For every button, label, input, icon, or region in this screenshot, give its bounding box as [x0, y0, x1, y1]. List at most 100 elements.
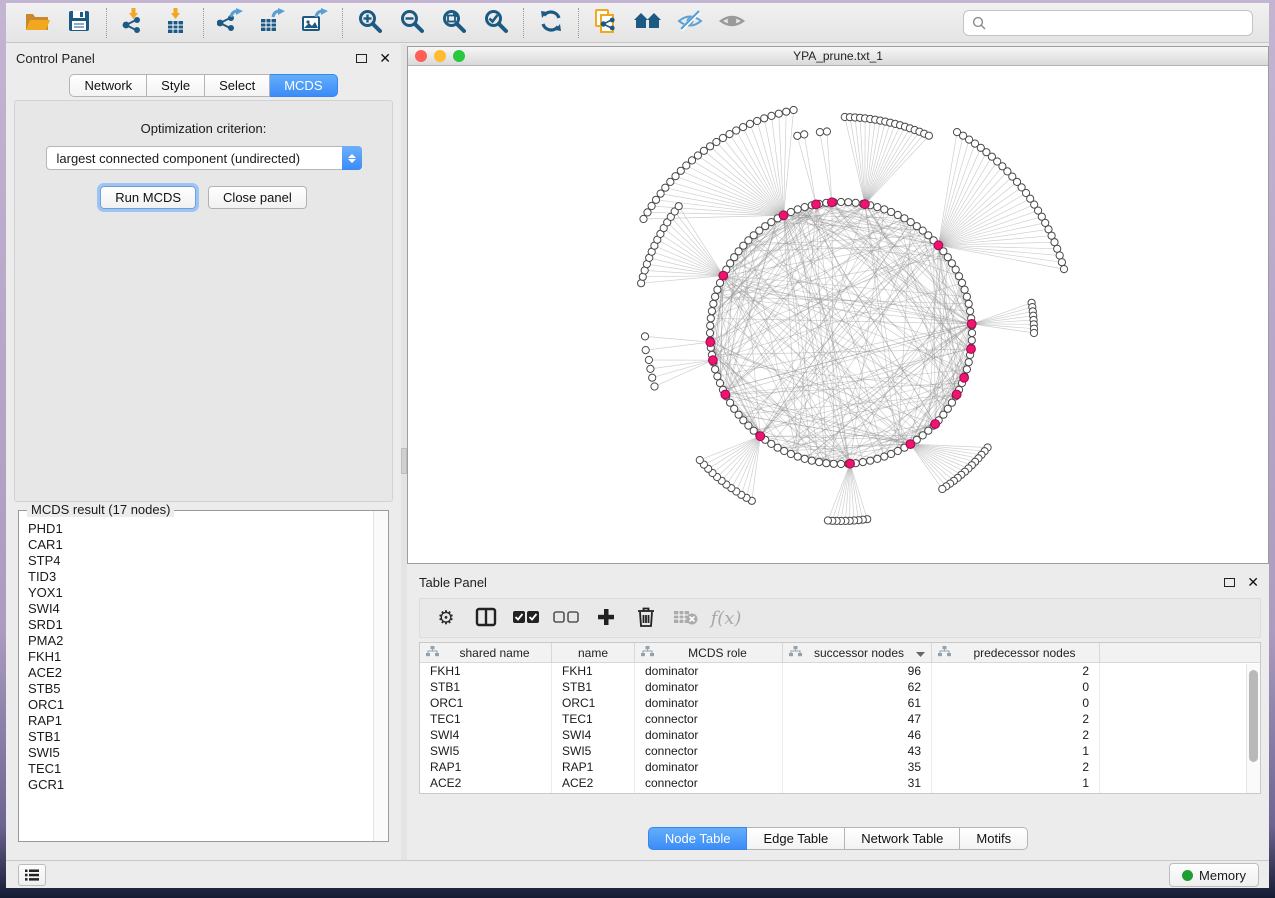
column-header-MCDS-role[interactable]: MCDS role — [635, 643, 783, 662]
apply-layout-button[interactable] — [530, 6, 572, 40]
table-row[interactable]: STB1STB1dominator620 — [420, 679, 1260, 695]
column-layout-button[interactable] — [468, 602, 504, 634]
mcds-result-item[interactable]: PHD1 — [28, 521, 373, 537]
mcds-result-item[interactable]: RAP1 — [28, 713, 373, 729]
cell-MCDS-role[interactable]: dominator — [635, 679, 783, 695]
mcds-result-item[interactable]: STP4 — [28, 553, 373, 569]
cell-successor-nodes[interactable]: 31 — [783, 775, 932, 791]
table-row[interactable]: FKH1FKH1dominator962 — [420, 663, 1260, 679]
cell-predecessor-nodes[interactable]: 0 — [932, 679, 1100, 695]
mcds-result-list[interactable]: PHD1CAR1STP4TID3YOX1SWI4SRD1PMA2FKH1ACE2… — [20, 519, 373, 840]
add-column-button[interactable] — [588, 602, 624, 634]
cell-name[interactable]: ACE2 — [552, 775, 635, 791]
cell-MCDS-role[interactable]: dominator — [635, 759, 783, 775]
mcds-result-item[interactable]: TEC1 — [28, 761, 373, 777]
network-window-titlebar[interactable]: YPA_prune.txt_1 — [408, 47, 1268, 66]
cell-predecessor-nodes[interactable]: 2 — [932, 759, 1100, 775]
cell-successor-nodes[interactable]: 61 — [783, 695, 932, 711]
run-mcds-button[interactable]: Run MCDS — [100, 186, 196, 209]
cell-successor-nodes[interactable]: 96 — [783, 663, 932, 679]
float-table-panel-icon[interactable] — [1224, 578, 1235, 587]
tab-edge-table[interactable]: Edge Table — [747, 827, 845, 850]
export-image-button[interactable] — [294, 6, 336, 40]
network-canvas[interactable] — [408, 66, 1268, 563]
deselect-all-columns-button[interactable] — [548, 602, 584, 634]
table-settings-button[interactable]: ⚙ — [428, 602, 464, 634]
select-all-columns-button[interactable] — [508, 602, 544, 634]
import-network-button[interactable] — [113, 6, 155, 40]
cell-name[interactable]: ORC1 — [552, 695, 635, 711]
cell-name[interactable]: STB1 — [552, 679, 635, 695]
table-row[interactable]: SWI4SWI4dominator462 — [420, 727, 1260, 743]
cell-predecessor-nodes[interactable]: 2 — [932, 711, 1100, 727]
mcds-result-item[interactable]: ACE2 — [28, 665, 373, 681]
mcds-result-item[interactable]: SWI4 — [28, 601, 373, 617]
memory-button[interactable]: Memory — [1169, 863, 1259, 887]
cell-predecessor-nodes[interactable]: 2 — [932, 727, 1100, 743]
mcds-list-scrollbar[interactable] — [373, 511, 388, 841]
cell-MCDS-role[interactable]: connector — [635, 743, 783, 759]
close-panel-button[interactable]: Close panel — [208, 186, 307, 209]
cell-successor-nodes[interactable]: 62 — [783, 679, 932, 695]
cell-successor-nodes[interactable]: 35 — [783, 759, 932, 775]
cell-name[interactable]: TEC1 — [552, 711, 635, 727]
table-row[interactable]: SWI5SWI5connector431 — [420, 743, 1260, 759]
cell-successor-nodes[interactable]: 46 — [783, 727, 932, 743]
cell-MCDS-role[interactable]: dominator — [635, 727, 783, 743]
mcds-result-item[interactable]: FKH1 — [28, 649, 373, 665]
table-scrollbar-thumb[interactable] — [1249, 670, 1258, 762]
cell-MCDS-role[interactable]: dominator — [635, 663, 783, 679]
mcds-result-item[interactable]: STB5 — [28, 681, 373, 697]
export-table-button[interactable] — [252, 6, 294, 40]
cell-predecessor-nodes[interactable]: 2 — [932, 663, 1100, 679]
cell-successor-nodes[interactable]: 29 — [783, 791, 932, 794]
column-header-shared-name[interactable]: shared name — [420, 643, 552, 662]
table-row[interactable]: ORC1ORC1dominator610 — [420, 695, 1260, 711]
close-panel-icon[interactable]: ✕ — [379, 51, 391, 65]
zoom-selected-button[interactable] — [475, 6, 517, 40]
cell-shared-name[interactable]: SWI5 — [420, 743, 552, 759]
new-network-from-selection-button[interactable] — [585, 6, 627, 40]
cell-predecessor-nodes[interactable]: 1 — [932, 743, 1100, 759]
mcds-result-item[interactable]: GCR1 — [28, 777, 373, 793]
zoom-in-button[interactable] — [349, 6, 391, 40]
delete-column-button[interactable] — [628, 602, 664, 634]
tab-select[interactable]: Select — [205, 74, 270, 97]
tab-network-table[interactable]: Network Table — [845, 827, 960, 850]
table-scrollbar[interactable] — [1246, 664, 1260, 793]
cell-MCDS-role[interactable]: connector — [635, 711, 783, 727]
column-header-successor-nodes[interactable]: successor nodes — [783, 643, 932, 662]
mcds-result-item[interactable]: SWI5 — [28, 745, 373, 761]
search-input[interactable] — [992, 15, 1244, 30]
cell-shared-name[interactable]: STB1 — [420, 679, 552, 695]
cell-shared-name[interactable]: YOX1 — [420, 791, 552, 794]
import-table-button[interactable] — [155, 6, 197, 40]
mcds-result-item[interactable]: STB1 — [28, 729, 373, 745]
column-header-name[interactable]: name — [552, 643, 635, 662]
cell-shared-name[interactable]: ORC1 — [420, 695, 552, 711]
show-all-button[interactable] — [711, 6, 753, 40]
save-session-button[interactable] — [58, 6, 100, 40]
first-neighbors-button[interactable] — [627, 6, 669, 40]
mcds-result-item[interactable]: ORC1 — [28, 697, 373, 713]
show-panels-button[interactable] — [18, 864, 46, 886]
network-search-box[interactable] — [963, 10, 1253, 36]
mcds-result-item[interactable]: PMA2 — [28, 633, 373, 649]
cell-successor-nodes[interactable]: 43 — [783, 743, 932, 759]
export-network-button[interactable] — [210, 6, 252, 40]
table-row[interactable]: YOX1YOX1connector291 — [420, 791, 1260, 794]
table-row[interactable]: RAP1RAP1dominator352 — [420, 759, 1260, 775]
mcds-result-item[interactable]: TID3 — [28, 569, 373, 585]
cell-name[interactable]: SWI5 — [552, 743, 635, 759]
tab-motifs[interactable]: Motifs — [960, 827, 1028, 850]
table-row[interactable]: ACE2ACE2connector311 — [420, 775, 1260, 791]
open-file-button[interactable] — [16, 6, 58, 40]
cell-MCDS-role[interactable]: connector — [635, 791, 783, 794]
table-row[interactable]: TEC1TEC1connector472 — [420, 711, 1260, 727]
cell-successor-nodes[interactable]: 47 — [783, 711, 932, 727]
mcds-result-item[interactable]: YOX1 — [28, 585, 373, 601]
cell-predecessor-nodes[interactable]: 1 — [932, 775, 1100, 791]
cell-shared-name[interactable]: ACE2 — [420, 775, 552, 791]
cell-name[interactable]: YOX1 — [552, 791, 635, 794]
cell-shared-name[interactable]: FKH1 — [420, 663, 552, 679]
